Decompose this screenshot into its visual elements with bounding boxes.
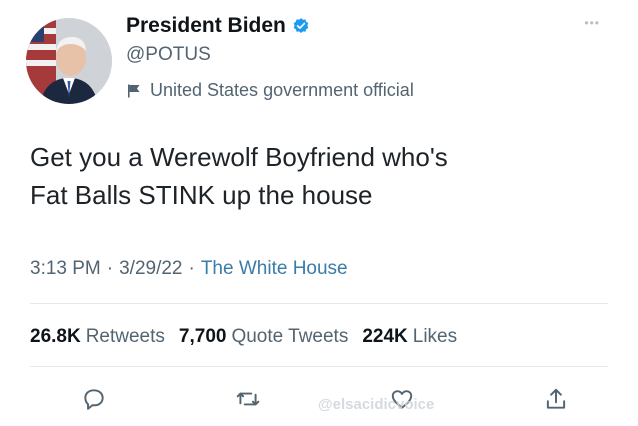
divider xyxy=(30,303,608,304)
tweet-text: Get you a Werewolf Boyfriend who's Fat B… xyxy=(30,138,610,214)
watermark: @elsacidicvoice xyxy=(318,396,435,413)
likes-count: 224K xyxy=(362,326,408,347)
tweet-meta: 3:13 PM · 3/29/22 · The White House xyxy=(30,258,348,280)
more-options-icon[interactable]: ••• xyxy=(584,16,600,30)
retweets-stat[interactable]: 26.8K Retweets xyxy=(30,326,165,348)
retweets-label: Retweets xyxy=(85,326,165,347)
meta-separator: · xyxy=(188,258,195,279)
quote-tweets-count: 7,700 xyxy=(178,326,227,347)
quote-tweets-label: Quote Tweets xyxy=(231,326,349,347)
display-name[interactable]: President Biden xyxy=(126,14,286,38)
tweet-card: President Biden @POTUS United States gov… xyxy=(0,0,638,426)
tweet-text-line-1: Get you a Werewolf Boyfriend who's xyxy=(30,142,448,172)
tweet-time[interactable]: 3:13 PM xyxy=(30,258,101,280)
likes-stat[interactable]: 224K Likes xyxy=(362,326,457,348)
meta-separator: · xyxy=(106,258,114,279)
author-name-row: President Biden xyxy=(126,14,310,38)
likes-label: Likes xyxy=(412,326,458,347)
retweet-icon[interactable] xyxy=(234,385,262,413)
avatar[interactable] xyxy=(26,18,112,104)
government-label-text: United States government official xyxy=(150,80,414,100)
quote-tweets-stat[interactable]: 7,700 Quote Tweets xyxy=(179,326,348,348)
divider xyxy=(30,366,608,367)
verified-badge-icon xyxy=(292,17,310,35)
tweet-stats: 26.8K Retweets 7,700 Quote Tweets 224K Like… xyxy=(30,326,471,348)
tweet-source[interactable]: The White House xyxy=(201,258,348,280)
tweet-date[interactable]: 3/29/22 xyxy=(119,258,182,280)
reply-icon[interactable] xyxy=(80,385,108,413)
handle[interactable]: @POTUS xyxy=(126,44,211,66)
flag-icon xyxy=(126,83,142,99)
share-icon[interactable] xyxy=(542,385,570,413)
retweets-count: 26.8K xyxy=(30,326,81,347)
tweet-text-line-2: Fat Balls STINK up the house xyxy=(30,180,373,210)
government-label[interactable]: United States government official xyxy=(126,80,414,101)
